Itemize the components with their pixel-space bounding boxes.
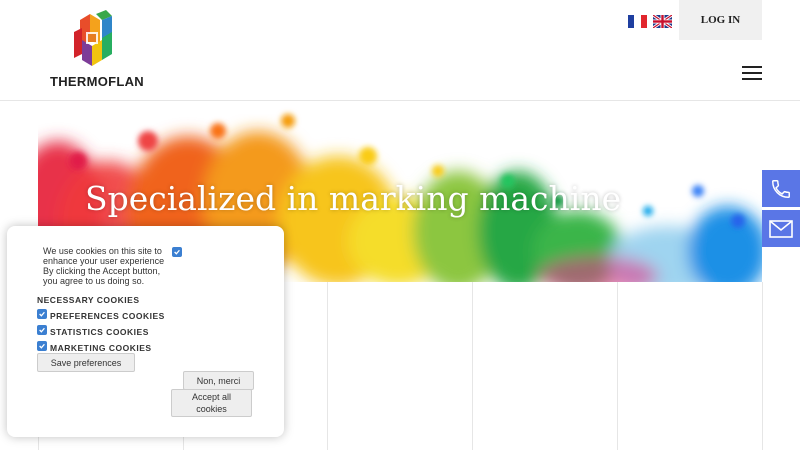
french-flag-icon[interactable] <box>628 15 647 28</box>
column-divider <box>617 282 618 450</box>
necessary-cookies-label: NECESSARY COOKIES <box>37 295 140 305</box>
uk-flag-icon[interactable] <box>652 13 673 30</box>
mail-icon <box>769 219 793 238</box>
thermoflan-logo[interactable]: THERMOFLAN <box>50 10 144 90</box>
phone-button[interactable] <box>762 170 800 207</box>
column-divider <box>472 282 473 450</box>
decline-button[interactable]: Non, merci <box>183 371 254 390</box>
email-button[interactable] <box>762 210 800 247</box>
site-header: THERMOFLAN LOG IN <box>0 0 800 101</box>
marketing-cookies-checkbox[interactable] <box>37 341 47 351</box>
preferences-cookies-label: PREFERENCES COOKIES <box>50 311 165 321</box>
marketing-cookies-label: MARKETING COOKIES <box>50 343 152 353</box>
statistics-cookies-label: STATISTICS COOKIES <box>50 327 149 337</box>
phone-icon <box>772 179 790 198</box>
column-divider <box>762 282 763 450</box>
save-preferences-button[interactable]: Save preferences <box>37 353 135 372</box>
hamburger-menu-icon[interactable] <box>742 66 762 80</box>
cookie-intro-checkbox[interactable] <box>172 247 182 257</box>
hero-title: Specialized in marking machine <box>85 179 622 218</box>
preferences-cookies-checkbox[interactable] <box>37 309 47 319</box>
accept-all-button[interactable]: Accept all cookies <box>171 389 252 417</box>
login-button[interactable]: LOG IN <box>679 0 762 40</box>
logo-cube-icon <box>74 10 112 66</box>
cookie-consent-dialog: We use cookies on this site to enhance y… <box>7 226 284 437</box>
column-divider <box>327 282 328 450</box>
statistics-cookies-checkbox[interactable] <box>37 325 47 335</box>
brand-name: THERMOFLAN <box>50 74 144 89</box>
cookie-intro-text: We use cookies on this site to enhance y… <box>43 246 165 286</box>
